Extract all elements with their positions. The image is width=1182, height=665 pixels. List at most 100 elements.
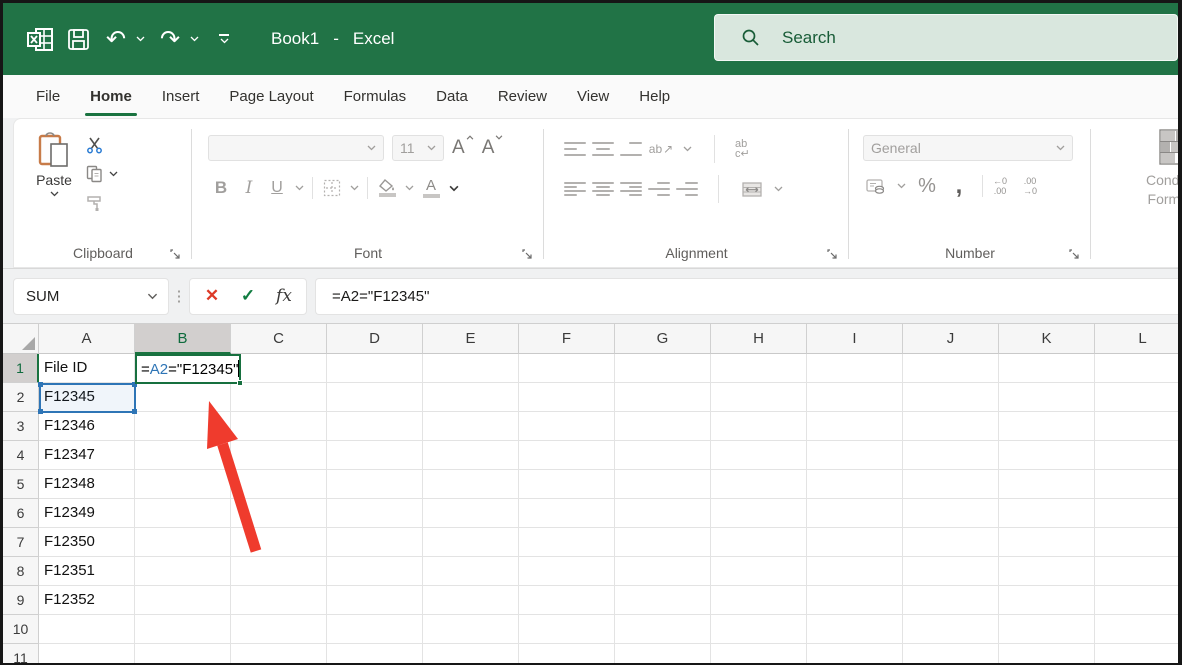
column-header-k[interactable]: K [999, 324, 1095, 354]
cell-a1[interactable]: File ID [39, 354, 135, 383]
borders-button[interactable] [319, 175, 345, 201]
column-header-f[interactable]: F [519, 324, 615, 354]
align-right-button[interactable] [620, 181, 642, 197]
edit-cell-b1[interactable]: =A2="F12345" [135, 354, 244, 386]
percent-style-button[interactable]: % [914, 173, 940, 199]
decrease-font-size-button[interactable]: A [482, 135, 504, 159]
font-name-combobox[interactable] [208, 135, 384, 161]
row-header-1[interactable]: 1 [3, 354, 39, 383]
name-box[interactable]: SUM [13, 277, 169, 315]
accounting-format-button[interactable] [863, 173, 889, 199]
orientation-dropdown[interactable] [680, 136, 694, 162]
fill-handle[interactable] [237, 380, 244, 386]
paste-button[interactable]: Paste [36, 131, 72, 213]
accounting-format-dropdown[interactable] [895, 173, 908, 199]
font-dialog-launcher[interactable] [520, 247, 534, 261]
cell-a9[interactable]: F12352 [39, 586, 135, 615]
fill-color-dropdown[interactable] [402, 175, 416, 201]
customize-quick-access-toolbar-button[interactable] [209, 19, 239, 59]
cell-a7[interactable]: F12350 [39, 528, 135, 557]
cells-area[interactable] [39, 354, 1178, 663]
borders-dropdown[interactable] [347, 175, 361, 201]
redo-button[interactable]: ↷ [155, 19, 185, 59]
row-header-9[interactable]: 9 [3, 586, 39, 615]
column-header-c[interactable]: C [231, 324, 327, 354]
clipboard-dialog-launcher[interactable] [168, 247, 182, 261]
tab-insert[interactable]: Insert [147, 75, 215, 118]
enter-button[interactable]: ✓ [232, 281, 264, 311]
search-box[interactable]: Search [714, 14, 1178, 61]
column-header-a[interactable]: A [39, 324, 135, 354]
row-header-6[interactable]: 6 [3, 499, 39, 528]
insert-function-button[interactable]: fx [268, 281, 300, 311]
tab-help[interactable]: Help [624, 75, 685, 118]
increase-indent-button[interactable] [676, 181, 698, 197]
number-format-combobox[interactable]: General [863, 135, 1073, 161]
comma-style-button[interactable]: , [946, 173, 972, 199]
cut-button[interactable] [86, 135, 118, 155]
cancel-button[interactable]: ✕ [196, 281, 228, 311]
merge-center-button[interactable] [739, 176, 765, 202]
number-dialog-launcher[interactable] [1067, 247, 1081, 261]
format-painter-button[interactable] [86, 193, 118, 213]
column-header-h[interactable]: H [711, 324, 807, 354]
copy-dropdown-chevron-icon[interactable] [109, 171, 118, 177]
increase-font-size-button[interactable]: A [452, 135, 474, 159]
column-header-e[interactable]: E [423, 324, 519, 354]
select-all-button[interactable] [3, 324, 39, 354]
formula-bar-resize-handle[interactable]: ⋮ [169, 287, 189, 305]
row-header-3[interactable]: 3 [3, 412, 39, 441]
column-header-g[interactable]: G [615, 324, 711, 354]
tab-formulas[interactable]: Formulas [329, 75, 422, 118]
italic-button[interactable]: I [236, 175, 262, 201]
increase-decimal-button[interactable]: ←0 .00 [993, 176, 1007, 196]
orientation-button[interactable]: ab ↗ [648, 136, 674, 162]
tab-review[interactable]: Review [483, 75, 562, 118]
top-align-button[interactable] [564, 141, 586, 157]
align-left-button[interactable] [564, 181, 586, 197]
copy-button[interactable] [86, 164, 118, 184]
cell-a6[interactable]: F12349 [39, 499, 135, 528]
column-header-l[interactable]: L [1095, 324, 1178, 354]
undo-button[interactable]: ↶ [101, 19, 131, 59]
middle-align-button[interactable] [592, 141, 614, 157]
cell-a4[interactable]: F12347 [39, 441, 135, 470]
tab-home[interactable]: Home [75, 75, 147, 118]
cell-a5[interactable]: F12348 [39, 470, 135, 499]
decrease-decimal-button[interactable]: .00 →0 [1023, 176, 1037, 196]
font-size-combobox[interactable]: 11 [392, 135, 444, 161]
font-color-dropdown[interactable] [446, 175, 462, 201]
paste-dropdown-chevron-icon[interactable] [50, 191, 59, 197]
tab-view[interactable]: View [562, 75, 624, 118]
formula-input[interactable]: =A2="F12345" [315, 277, 1178, 315]
align-center-button[interactable] [592, 181, 614, 197]
fill-color-button[interactable] [374, 175, 400, 201]
undo-dropdown[interactable] [133, 19, 147, 59]
cell-a8[interactable]: F12351 [39, 557, 135, 586]
bold-button[interactable]: B [208, 175, 234, 201]
tab-data[interactable]: Data [421, 75, 483, 118]
save-button[interactable] [63, 19, 93, 59]
wrap-text-button[interactable]: ab c↵ [735, 139, 750, 160]
row-header-10[interactable]: 10 [3, 615, 39, 644]
cell-a2[interactable]: F12345 [39, 383, 135, 412]
font-color-button[interactable]: A [418, 175, 444, 201]
column-header-j[interactable]: J [903, 324, 999, 354]
column-header-b[interactable]: B [135, 324, 231, 354]
tab-page-layout[interactable]: Page Layout [214, 75, 328, 118]
underline-dropdown[interactable] [292, 175, 306, 201]
underline-button[interactable]: U [264, 175, 290, 201]
alignment-dialog-launcher[interactable] [825, 247, 839, 261]
bottom-align-button[interactable] [620, 141, 642, 157]
row-header-2[interactable]: 2 [3, 383, 39, 412]
row-header-5[interactable]: 5 [3, 470, 39, 499]
row-header-11[interactable]: 11 [3, 644, 39, 663]
conditional-formatting-button[interactable]: Conditional Formatting [1129, 129, 1178, 209]
cell-a3[interactable]: F12346 [39, 412, 135, 441]
redo-dropdown[interactable] [187, 19, 201, 59]
decrease-indent-button[interactable] [648, 181, 670, 197]
row-header-7[interactable]: 7 [3, 528, 39, 557]
tab-file[interactable]: File [21, 75, 75, 118]
row-header-4[interactable]: 4 [3, 441, 39, 470]
column-header-d[interactable]: D [327, 324, 423, 354]
